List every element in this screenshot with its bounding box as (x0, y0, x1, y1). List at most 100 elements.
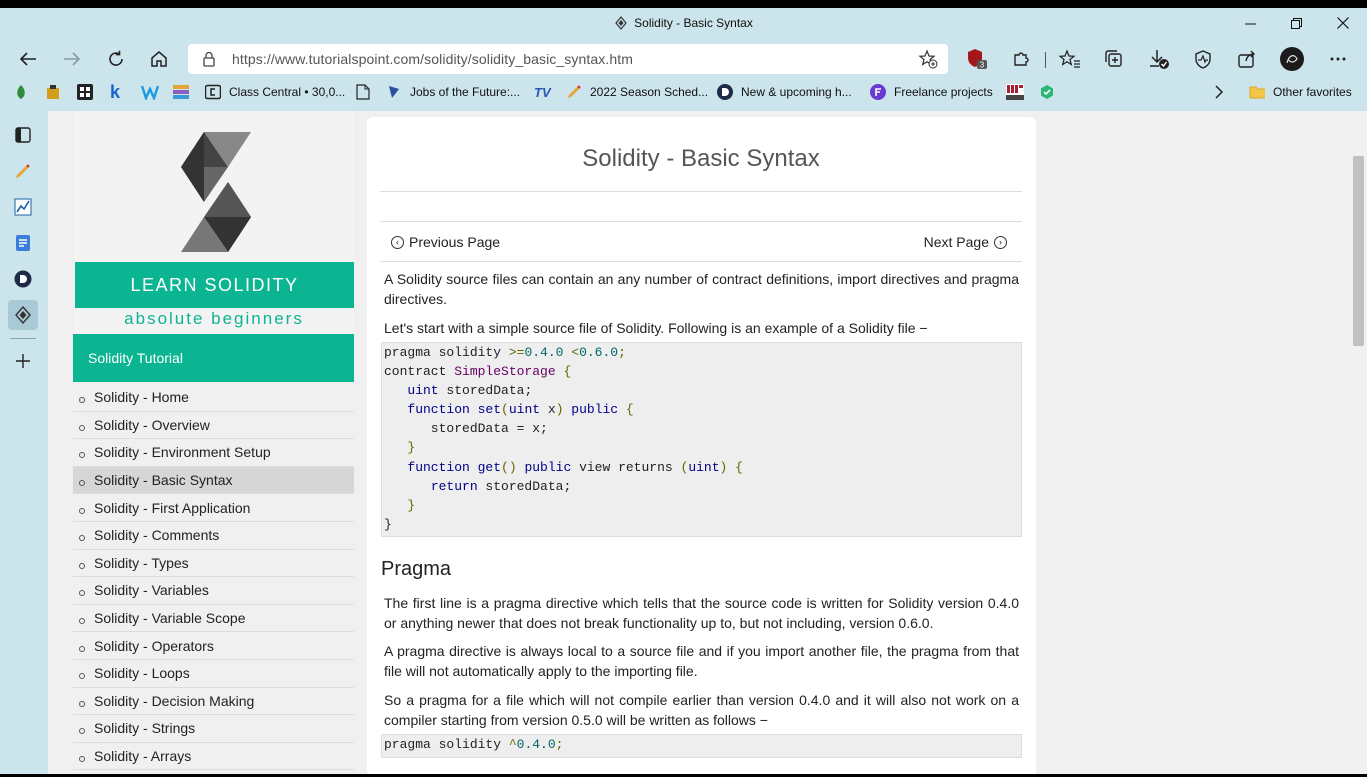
favorite-tv[interactable]: TV (534, 80, 551, 104)
next-page-link[interactable]: Next Page › (924, 234, 1012, 250)
nav-item[interactable]: Solidity - Environment Setup (73, 439, 354, 467)
favorite-app[interactable] (45, 80, 61, 104)
nav-item-label[interactable]: Solidity - First Application (94, 500, 250, 516)
url-text[interactable]: https://www.tutorialspoint.com/solidity/… (232, 51, 633, 67)
sidebar-app-d[interactable] (8, 264, 38, 294)
stripes-icon (173, 85, 189, 99)
favorite-mit[interactable] (1006, 80, 1024, 104)
sidebar-add-button[interactable] (8, 346, 38, 376)
more-dots-icon (1330, 57, 1346, 61)
favorite-freelance[interactable]: Freelance projects (870, 80, 993, 104)
nav-item[interactable]: Solidity - Arrays (73, 743, 354, 771)
nav-item[interactable]: Solidity - Variable Scope (73, 605, 354, 633)
previous-page-link[interactable]: ‹ Previous Page (386, 234, 500, 250)
refresh-button[interactable] (101, 44, 131, 74)
code-line: function set(uint x) public { (407, 402, 634, 418)
lock-icon[interactable] (202, 51, 216, 67)
favorite-grid[interactable] (77, 80, 93, 104)
folder-icon (1249, 86, 1265, 99)
settings-more-button[interactable] (1323, 44, 1353, 74)
nav-item-label[interactable]: Solidity - Strings (94, 720, 195, 736)
favorite-season[interactable]: 2022 Season Sched... (566, 80, 708, 104)
app-icon (47, 85, 59, 99)
favorite-w[interactable] (141, 80, 159, 104)
code-line: return storedData; (430, 478, 572, 494)
favorites-button[interactable] (1055, 44, 1085, 74)
nav-item[interactable]: Solidity - Operators (73, 632, 354, 660)
add-favorite-icon[interactable] (918, 49, 938, 69)
nav-item-label[interactable]: Solidity - Operators (94, 638, 214, 654)
close-button[interactable] (1320, 8, 1366, 38)
other-favorites[interactable]: Other favorites (1249, 80, 1352, 104)
share-button[interactable] (1232, 44, 1262, 74)
browser-essentials-button[interactable] (1188, 44, 1218, 74)
nav-item-label[interactable]: Solidity - Loops (94, 665, 190, 681)
bullet-icon (79, 480, 85, 487)
favorites-bar: k Class Central • 30,0... Jobs of the Fu… (0, 80, 1367, 104)
favorite-new-upcoming[interactable]: New & upcoming h... (717, 80, 852, 104)
freelance-logo-icon (870, 84, 886, 100)
nav-item[interactable]: Solidity - Loops (73, 660, 354, 688)
solidity-banner[interactable]: LEARN SOLIDITY absolute beginners (74, 111, 354, 341)
article: Solidity - Basic Syntax ‹ Previous Page N… (367, 117, 1036, 774)
d-logo-icon (717, 84, 733, 100)
sidebar-app-chart[interactable] (8, 192, 38, 222)
nav-item-label[interactable]: Solidity - Comments (94, 527, 219, 543)
pencil-icon (568, 85, 581, 98)
nav-item[interactable]: Solidity - Overview (73, 412, 354, 440)
ublock-extension-button[interactable]: 3 (962, 44, 992, 74)
pencil-app-icon (16, 164, 30, 178)
nav-item[interactable]: Solidity - Comments (73, 522, 354, 550)
profile-button[interactable] (1277, 44, 1307, 74)
nav-item[interactable]: Solidity - Strings (73, 715, 354, 743)
nav-item[interactable]: Solidity - First Application (73, 494, 354, 522)
bullet-icon (79, 397, 85, 404)
nav-item[interactable]: Solidity - Decision Making (73, 688, 354, 716)
nav-item[interactable]: Solidity - Types (73, 550, 354, 578)
sidebar-app-docs[interactable] (8, 228, 38, 258)
nav-item-label[interactable]: Solidity - Variables (94, 582, 209, 598)
nav-item-label[interactable]: Solidity - Home (94, 389, 189, 405)
collections-button[interactable] (1099, 44, 1129, 74)
favorite-class-central[interactable]: Class Central • 30,0... (205, 80, 345, 104)
tab-actions-button[interactable] (8, 120, 38, 150)
solidity-app-icon (15, 306, 31, 324)
tutorial-nav-list: Solidity - Home Solidity - Overview Solidi… (73, 384, 354, 771)
favorite-stripes[interactable] (173, 80, 189, 104)
favorite-vue[interactable] (1039, 80, 1055, 104)
nav-item-label[interactable]: Solidity - Decision Making (94, 693, 254, 709)
nav-item[interactable]: Solidity - Basic Syntax (73, 466, 354, 495)
favorite-document[interactable] (356, 80, 370, 104)
home-button[interactable] (144, 44, 174, 74)
nav-item-label[interactable]: Solidity - Arrays (94, 748, 191, 764)
bullet-icon (79, 507, 85, 514)
nav-item[interactable]: Solidity - Variables (73, 577, 354, 605)
restore-button[interactable] (1273, 8, 1319, 38)
nav-item-label[interactable]: Solidity - Environment Setup (94, 444, 271, 460)
nav-item-label[interactable]: Solidity - Types (94, 555, 189, 571)
leaf-icon (17, 85, 25, 99)
favorite-jobs[interactable]: Jobs of the Future:... (386, 80, 520, 104)
extensions-button[interactable] (1006, 44, 1036, 74)
favorite-leaf[interactable] (14, 80, 28, 104)
close-icon (1337, 17, 1349, 29)
minimize-button[interactable] (1227, 8, 1273, 38)
nav-item[interactable]: Solidity - Home (73, 384, 354, 412)
docs-app-icon (16, 235, 30, 251)
nav-item-label[interactable]: Solidity - Basic Syntax (94, 472, 233, 488)
shield-extension-icon: 3 (968, 49, 987, 70)
favorite-k[interactable]: k (110, 80, 120, 104)
sidebar-app-pencil[interactable] (8, 156, 38, 186)
favorites-overflow-button[interactable] (1214, 80, 1224, 104)
forward-button[interactable] (57, 44, 87, 74)
nav-item-label[interactable]: Solidity - Variable Scope (94, 610, 245, 626)
forward-arrow-icon (64, 52, 81, 66)
page-scrollbar[interactable] (1350, 111, 1367, 774)
nav-item-label[interactable]: Solidity - Overview (94, 417, 210, 433)
sidebar-app-solidity[interactable] (8, 300, 38, 330)
back-button[interactable] (13, 44, 43, 74)
scrollbar-thumb[interactable] (1353, 156, 1364, 346)
w-logo-icon (141, 85, 159, 100)
downloads-button[interactable] (1144, 44, 1174, 74)
address-bar[interactable]: https://www.tutorialspoint.com/solidity/… (188, 44, 948, 74)
